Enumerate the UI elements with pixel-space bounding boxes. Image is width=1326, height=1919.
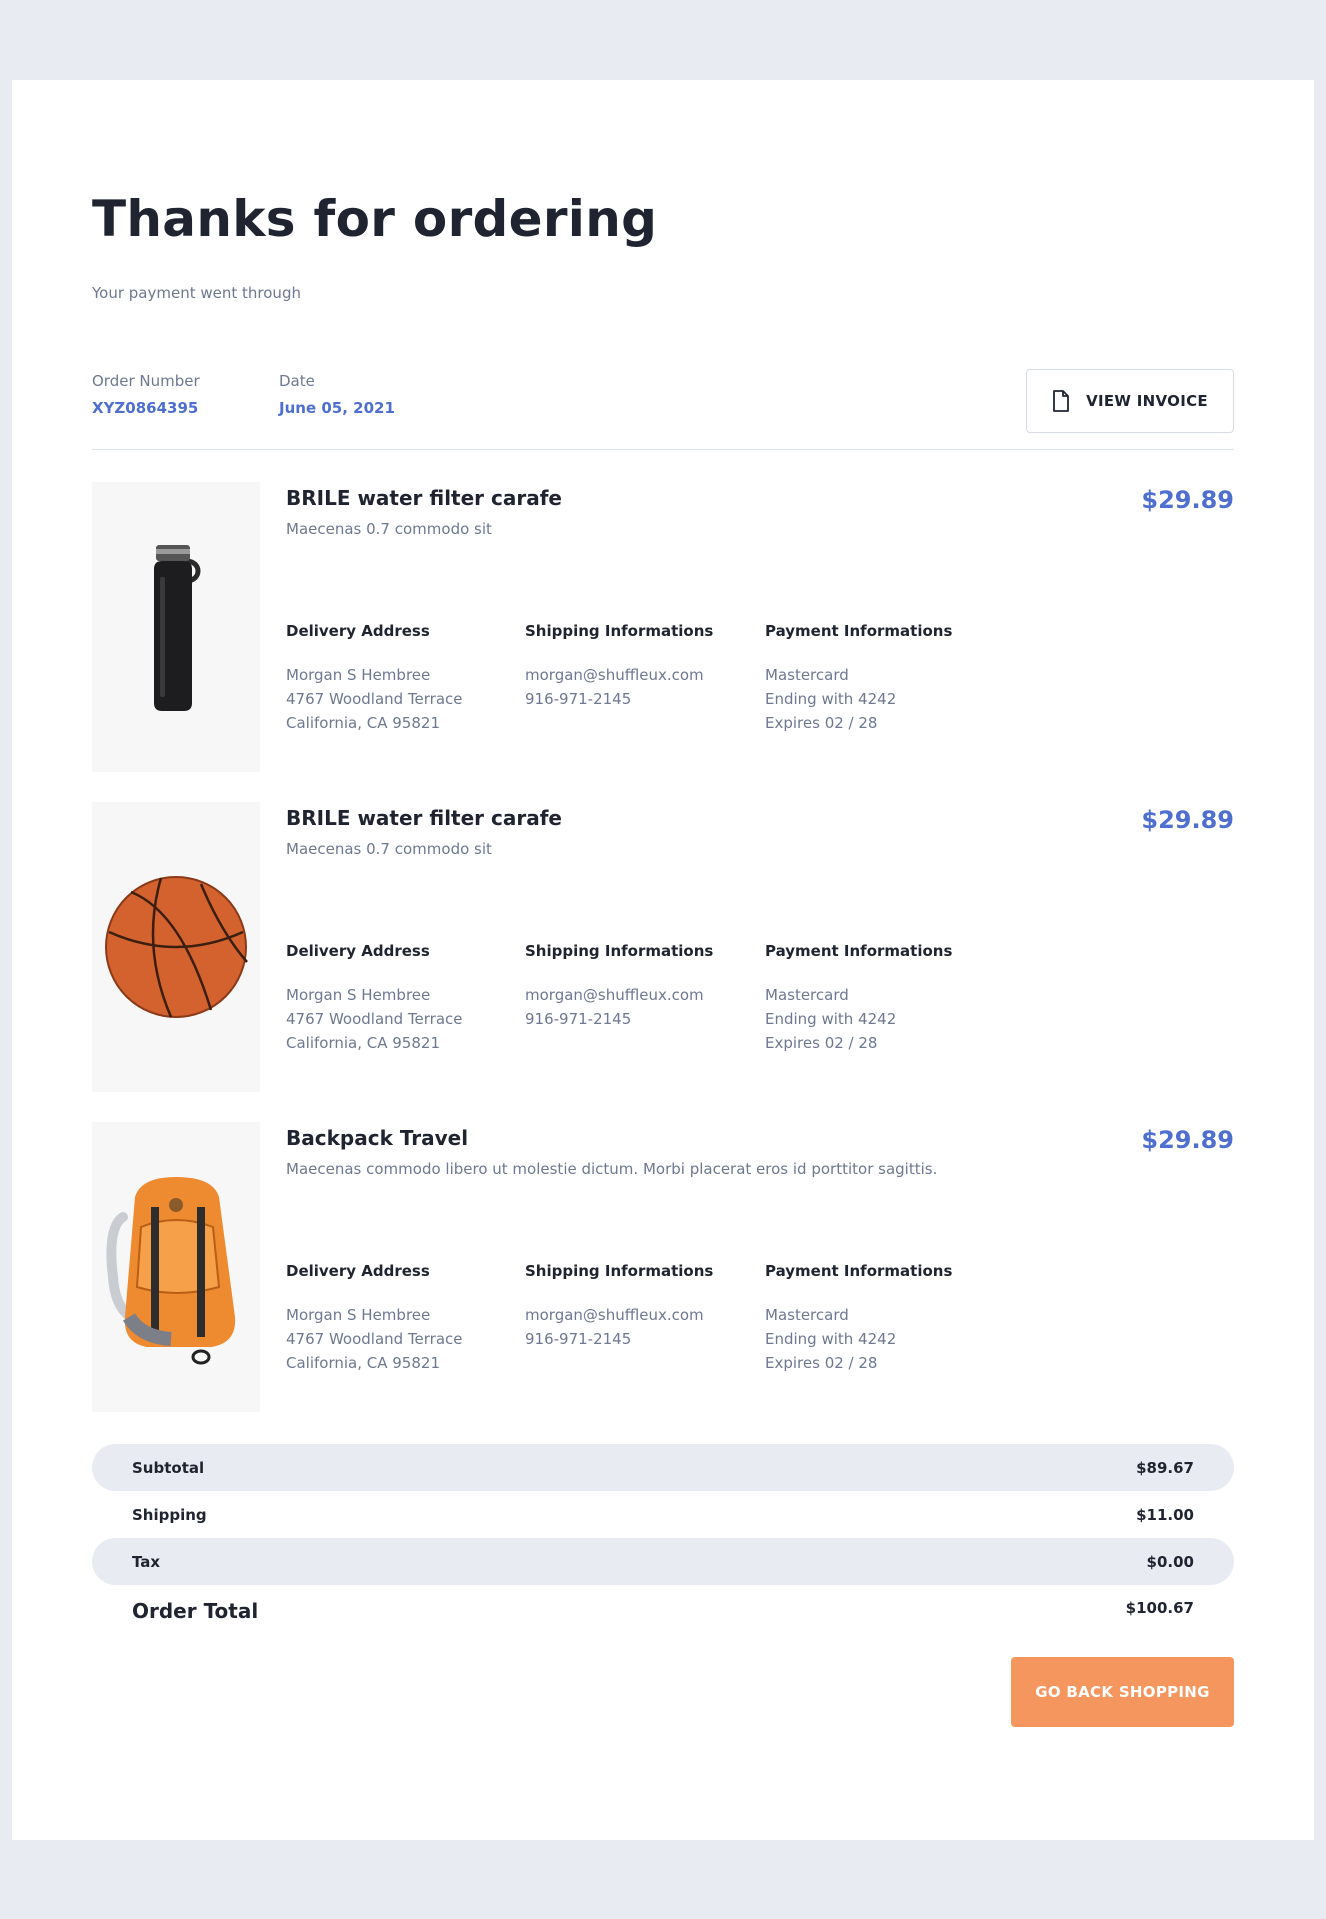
delivery-address: Delivery Address Morgan S Hembree 4767 W… (286, 622, 463, 735)
card-content: Thanks for ordering Your payment went th… (92, 80, 1234, 1840)
shipping-info: Shipping Informations morgan@shuffleux.c… (525, 1262, 713, 1351)
item-description: Maecenas 0.7 commodo sit (286, 840, 492, 858)
item-description: Maecenas commodo libero ut molestie dict… (286, 1160, 938, 1178)
delivery-city: California, CA 95821 (286, 1034, 440, 1052)
page-subtitle: Your payment went through (92, 284, 301, 302)
shipping-phone: 916-971-2145 (525, 1330, 632, 1348)
shipping-info: Shipping Informations morgan@shuffleux.c… (525, 622, 713, 711)
product-thumbnail (92, 1122, 260, 1412)
shipping-phone: 916-971-2145 (525, 1010, 632, 1028)
payment-info-heading: Payment Informations (765, 942, 953, 960)
delivery-city: California, CA 95821 (286, 1354, 440, 1372)
payment-ending: Ending with 4242 (765, 1010, 897, 1028)
shipping-info-heading: Shipping Informations (525, 942, 714, 960)
payment-info: Payment Informations Mastercard Ending w… (765, 622, 952, 735)
item-description: Maecenas 0.7 commodo sit (286, 520, 492, 538)
delivery-street: 4767 Woodland Terrace (286, 690, 463, 708)
shipping-info-heading: Shipping Informations (525, 1262, 714, 1280)
tax-label: Tax (132, 1552, 161, 1571)
shipping-label: Shipping (132, 1505, 207, 1524)
delivery-address: Delivery Address Morgan S Hembree 4767 W… (286, 942, 463, 1055)
payment-info-heading: Payment Informations (765, 1262, 953, 1280)
view-invoice-label: VIEW INVOICE (1086, 392, 1208, 410)
payment-card: Mastercard (765, 1306, 849, 1324)
item-price: $29.89 (1141, 1126, 1234, 1154)
order-confirmation-card: Thanks for ordering Your payment went th… (12, 80, 1314, 1840)
subtotal-label: Subtotal (132, 1458, 205, 1477)
delivery-address-heading: Delivery Address (286, 1262, 430, 1280)
backpack-image (106, 1177, 236, 1365)
item-name: Backpack Travel (286, 1126, 469, 1150)
view-invoice-button[interactable]: VIEW INVOICE (1026, 369, 1234, 433)
payment-card: Mastercard (765, 666, 849, 684)
delivery-address-heading: Delivery Address (286, 622, 430, 640)
go-back-shopping-button[interactable]: GO BACK SHOPPING (1011, 1657, 1234, 1727)
order-number-value: XYZ0864395 (92, 399, 199, 417)
order-item: BRILE water filter carafe Maecenas 0.7 c… (92, 482, 1234, 772)
shipping-info: Shipping Informations morgan@shuffleux.c… (525, 942, 713, 1031)
shipping-email: morgan@shuffleux.com (525, 986, 704, 1004)
order-number-block: Order Number XYZ0864395 (92, 372, 200, 417)
tax-row: Tax $0.00 (92, 1538, 1234, 1585)
shipping-value: $11.00 (1136, 1505, 1194, 1524)
order-item: BRILE water filter carafe Maecenas 0.7 c… (92, 802, 1234, 1092)
delivery-name: Morgan S Hembree (286, 666, 431, 684)
item-price: $29.89 (1141, 486, 1234, 514)
shipping-row: Shipping $11.00 (92, 1491, 1234, 1538)
order-date-label: Date (279, 372, 315, 390)
shipping-email: morgan@shuffleux.com (525, 1306, 704, 1324)
payment-info: Payment Informations Mastercard Ending w… (765, 942, 952, 1055)
document-icon (1053, 390, 1069, 412)
shipping-info-heading: Shipping Informations (525, 622, 714, 640)
order-total-row: Order Total $100.67 (92, 1585, 1234, 1637)
subtotal-row: Subtotal $89.67 (92, 1444, 1234, 1491)
order-total-value: $100.67 (1125, 1599, 1194, 1617)
payment-ending: Ending with 4242 (765, 690, 897, 708)
payment-expiry: Expires 02 / 28 (765, 1034, 878, 1052)
page-title: Thanks for ordering (92, 190, 658, 248)
water-bottle-image (154, 545, 201, 711)
item-name: BRILE water filter carafe (286, 486, 562, 510)
item-name: BRILE water filter carafe (286, 806, 562, 830)
tax-value: $0.00 (1146, 1552, 1194, 1571)
basketball-image (105, 876, 248, 1018)
delivery-name: Morgan S Hembree (286, 986, 431, 1004)
order-total-label: Order Total (132, 1599, 259, 1623)
order-date-block: Date June 05, 2021 (279, 372, 395, 417)
payment-ending: Ending with 4242 (765, 1330, 897, 1348)
payment-info: Payment Informations Mastercard Ending w… (765, 1262, 952, 1375)
item-price: $29.89 (1141, 806, 1234, 834)
delivery-street: 4767 Woodland Terrace (286, 1010, 463, 1028)
order-number-label: Order Number (92, 372, 200, 390)
payment-expiry: Expires 02 / 28 (765, 714, 878, 732)
delivery-street: 4767 Woodland Terrace (286, 1330, 463, 1348)
payment-info-heading: Payment Informations (765, 622, 953, 640)
order-item: Backpack Travel Maecenas commodo libero … (92, 1122, 1234, 1412)
payment-card: Mastercard (765, 986, 849, 1004)
order-summary: Subtotal $89.67 Shipping $11.00 Tax $0.0… (92, 1444, 1234, 1637)
delivery-address: Delivery Address Morgan S Hembree 4767 W… (286, 1262, 463, 1375)
shipping-email: morgan@shuffleux.com (525, 666, 704, 684)
delivery-address-heading: Delivery Address (286, 942, 430, 960)
order-date-value: June 05, 2021 (279, 399, 395, 417)
product-thumbnail (92, 482, 260, 772)
delivery-city: California, CA 95821 (286, 714, 440, 732)
payment-expiry: Expires 02 / 28 (765, 1354, 878, 1372)
delivery-name: Morgan S Hembree (286, 1306, 431, 1324)
subtotal-value: $89.67 (1136, 1458, 1194, 1477)
header-divider (92, 449, 1234, 450)
shipping-phone: 916-971-2145 (525, 690, 632, 708)
product-thumbnail (92, 802, 260, 1092)
